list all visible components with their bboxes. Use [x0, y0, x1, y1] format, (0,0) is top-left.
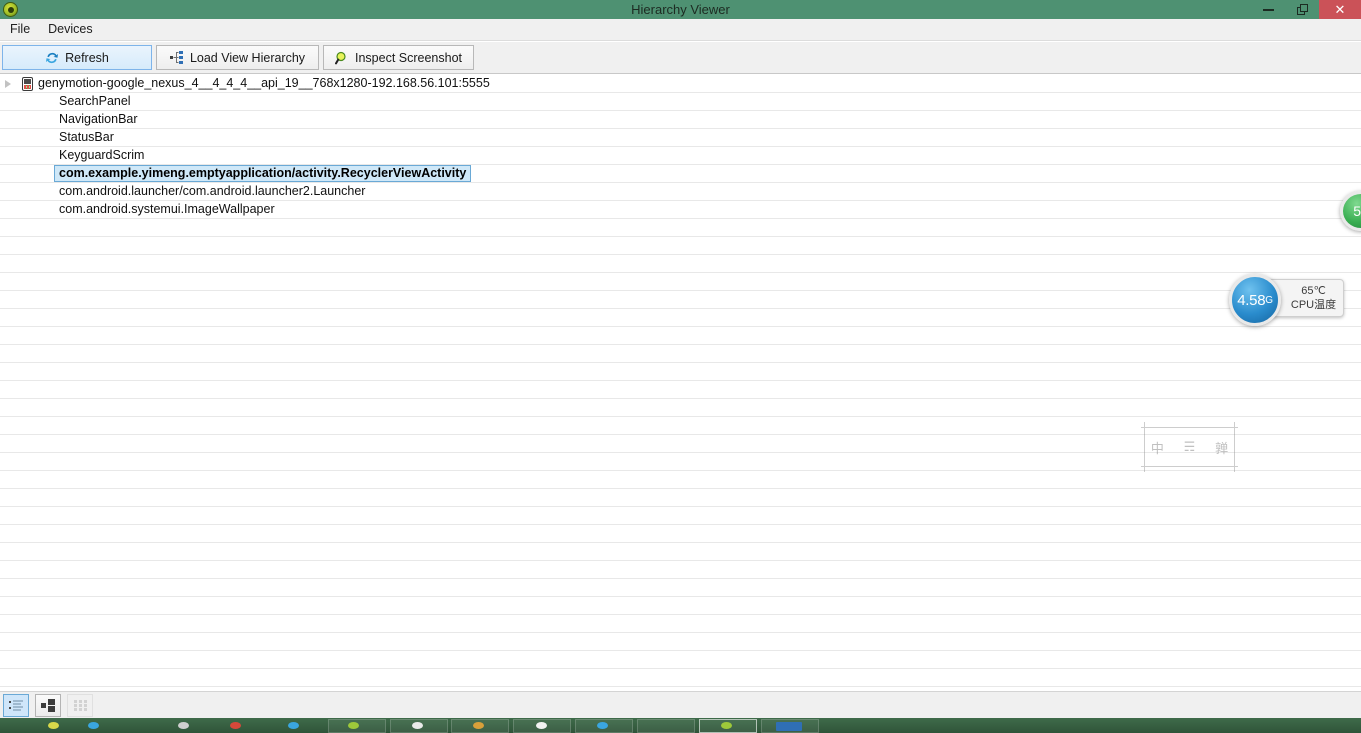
tree-row-empty[interactable] — [0, 345, 1361, 363]
tile-view-button[interactable] — [35, 693, 61, 717]
memory-free-unit: G — [1265, 294, 1273, 306]
tree-row-selected-activity[interactable]: com.example.yimeng.emptyapplication/acti… — [0, 165, 1361, 183]
menu-devices[interactable]: Devices — [39, 19, 101, 40]
tree-row-empty[interactable] — [0, 219, 1361, 237]
selected-item-label: com.example.yimeng.emptyapplication/acti… — [54, 165, 472, 182]
tree-row-empty[interactable] — [0, 381, 1361, 399]
tree-row-empty[interactable] — [0, 291, 1361, 309]
cpu-temperature-value: 65℃ — [1301, 285, 1326, 297]
tree-row-launcher[interactable]: com.android.launcher/com.android.launche… — [0, 183, 1361, 201]
load-view-hierarchy-label: Load View Hierarchy — [189, 50, 306, 65]
grid-view-icon — [73, 699, 88, 712]
tree-row-empty[interactable] — [0, 651, 1361, 669]
list-view-icon — [8, 699, 24, 712]
tree-row-empty[interactable] — [0, 543, 1361, 561]
tree-row-navigationbar[interactable]: NavigationBar — [0, 111, 1361, 129]
restore-icon — [1296, 4, 1308, 15]
main-toolbar: Refresh Load View Hierarchy Inspect Scre… — [0, 42, 1361, 74]
minimize-button[interactable] — [1251, 0, 1285, 19]
tree-row-device[interactable]: genymotion-google_nexus_4__4_4_4__api_19… — [0, 75, 1361, 93]
ime-watermark: 中 ☴ 亸 — [1141, 422, 1238, 472]
watermark-glyph-3: 亸 — [1215, 441, 1229, 457]
restore-button[interactable] — [1285, 0, 1319, 19]
tree-row-searchpanel[interactable]: SearchPanel — [0, 93, 1361, 111]
watermark-glyph-2: ☴ — [1183, 439, 1196, 455]
tree-row-empty[interactable] — [0, 525, 1361, 543]
view-mode-toolbar — [0, 691, 1361, 718]
memory-free-badge[interactable]: 4.58 G — [1229, 274, 1281, 326]
list-item-label: com.android.launcher/com.android.launche… — [59, 184, 366, 198]
tree-row-empty[interactable] — [0, 363, 1361, 381]
minimize-icon — [1262, 8, 1274, 11]
inspect-screenshot-label: Inspect Screenshot — [354, 50, 462, 65]
menu-bar: File Devices — [0, 19, 1361, 41]
os-taskbar[interactable] — [0, 718, 1361, 733]
tree-row-empty[interactable] — [0, 255, 1361, 273]
memory-free-value: 4.58 — [1237, 291, 1266, 309]
load-view-hierarchy-button[interactable]: Load View Hierarchy — [156, 45, 319, 70]
window-title: Hierarchy Viewer — [631, 2, 730, 17]
hierarchy-viewer-window: Hierarchy Viewer ✕ File Devices Refresh … — [0, 0, 1361, 733]
list-item-label: com.android.systemui.ImageWallpaper — [59, 202, 275, 216]
magnifier-icon — [334, 51, 349, 65]
list-item-label: KeyguardScrim — [59, 148, 145, 162]
tree-row-empty[interactable] — [0, 327, 1361, 345]
cpu-monitor-widget[interactable]: 65℃ CPU温度 4.58 G — [1229, 274, 1344, 326]
grid-view-button[interactable] — [67, 693, 93, 717]
tree-row-empty[interactable] — [0, 471, 1361, 489]
tile-view-icon — [40, 698, 56, 712]
tree-row-empty[interactable] — [0, 597, 1361, 615]
tree-row-empty[interactable] — [0, 399, 1361, 417]
tree-row-empty[interactable] — [0, 489, 1361, 507]
window-controls: ✕ — [1251, 0, 1361, 19]
memory-usage-value: 58 — [1353, 203, 1361, 219]
device-tree-list[interactable]: genymotion-google_nexus_4__4_4_4__api_19… — [0, 75, 1361, 691]
device-label: genymotion-google_nexus_4__4_4_4__api_19… — [38, 76, 490, 90]
phone-icon — [22, 77, 33, 91]
tree-row-empty[interactable] — [0, 669, 1361, 687]
tree-row-empty[interactable] — [0, 273, 1361, 291]
tree-row-empty[interactable] — [0, 561, 1361, 579]
refresh-label: Refresh — [65, 50, 109, 65]
list-item-label: StatusBar — [59, 130, 114, 144]
cpu-temperature-label: CPU温度 — [1290, 299, 1337, 311]
tree-row-empty[interactable] — [0, 615, 1361, 633]
list-view-button[interactable] — [3, 693, 29, 717]
triangle-right-icon[interactable] — [5, 80, 11, 88]
tree-row-empty[interactable] — [0, 579, 1361, 597]
watermark-glyph-1: 中 — [1150, 441, 1164, 457]
tree-row-empty[interactable] — [0, 633, 1361, 651]
window-titlebar: Hierarchy Viewer ✕ — [0, 0, 1361, 19]
list-item-label: NavigationBar — [59, 112, 138, 126]
hierarchy-icon — [169, 51, 184, 64]
refresh-icon — [45, 51, 59, 65]
tree-row-keyguardscrim[interactable]: KeyguardScrim — [0, 147, 1361, 165]
inspect-screenshot-button[interactable]: Inspect Screenshot — [323, 45, 474, 70]
refresh-button[interactable]: Refresh — [2, 45, 152, 70]
list-item-label: SearchPanel — [59, 94, 131, 108]
close-button[interactable]: ✕ — [1319, 0, 1361, 19]
tree-row-empty[interactable] — [0, 507, 1361, 525]
tree-row-imagewallpaper[interactable]: com.android.systemui.ImageWallpaper — [0, 201, 1361, 219]
tree-row-empty[interactable] — [0, 237, 1361, 255]
menu-file[interactable]: File — [1, 19, 39, 40]
tree-row-statusbar[interactable]: StatusBar — [0, 129, 1361, 147]
tree-row-empty[interactable] — [0, 309, 1361, 327]
